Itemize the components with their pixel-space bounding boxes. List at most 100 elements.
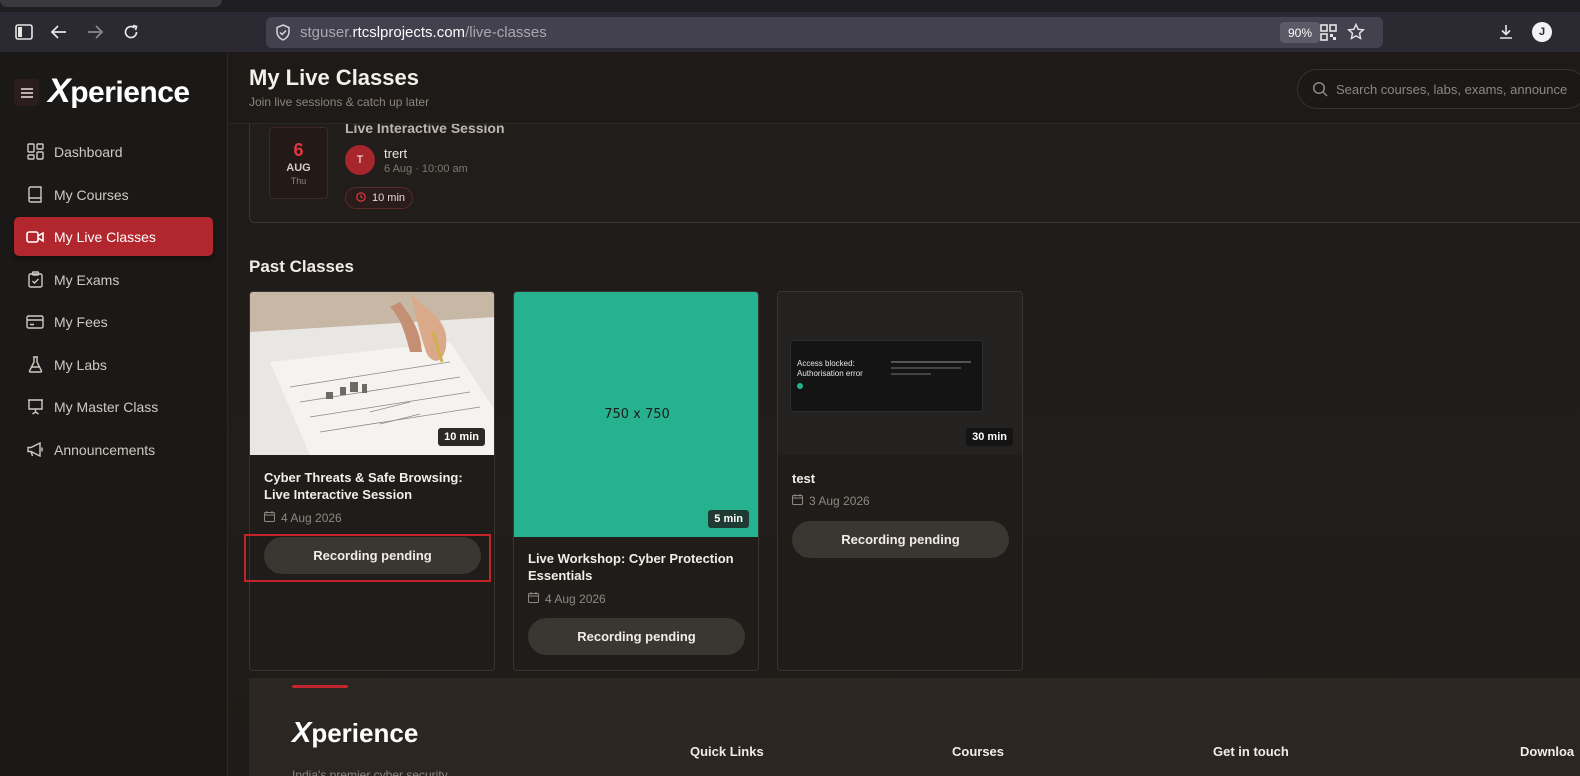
sidebar-item-label: My Courses (54, 186, 129, 203)
sidebar-item-my-labs[interactable]: My Labs (14, 345, 213, 384)
class-thumbnail: 10 min (250, 292, 494, 455)
sidebar-item-my-live-classes[interactable]: My Live Classes (14, 217, 213, 256)
footer-courses-heading: Courses (952, 744, 1005, 759)
app-logo[interactable]: Xperience (48, 72, 190, 111)
search-placeholder: Search courses, labs, exams, announce (1336, 82, 1568, 97)
sidebar: Xperience Dashboard My Courses My Live C… (0, 52, 228, 776)
sidebar-item-label: Dashboard (54, 143, 123, 160)
page-header: My Live Classes Join live sessions & cat… (228, 52, 1580, 124)
qr-code-icon[interactable] (1320, 24, 1337, 46)
duration-text: 10 min (372, 192, 406, 204)
sidebar-item-my-courses[interactable]: My Courses (14, 175, 213, 214)
sidebar-item-label: My Live Classes (54, 228, 156, 245)
sidebar-item-my-fees[interactable]: My Fees (14, 302, 213, 341)
class-thumbnail: Access blocked: Authorisation error 30 m… (778, 292, 1022, 455)
tab-strip (0, 0, 1580, 12)
date-day: 6 (293, 140, 304, 160)
flask-icon (26, 356, 44, 374)
calendar-icon (792, 494, 803, 508)
class-date-text: 3 Aug 2026 (809, 494, 870, 508)
past-class-card[interactable]: 750 x 750 5 min Live Workshop: Cyber Pro… (513, 291, 759, 671)
thumbnail-line-2: Authorisation error (797, 369, 863, 378)
footer-logo-x: X (292, 717, 312, 749)
recording-pending-button[interactable]: Recording pending (528, 618, 745, 655)
clipboard-icon (26, 271, 44, 289)
browser-tab[interactable] (0, 0, 222, 7)
class-time: 6 Aug · 10:00 am (384, 163, 468, 175)
duration-badge: 5 min (708, 510, 749, 528)
hamburger-icon (20, 87, 33, 98)
duration-badge: 30 min (966, 428, 1013, 446)
page-subtitle: Join live sessions & catch up later (249, 95, 430, 109)
url-domain: rtcslprojects.com (352, 24, 466, 41)
date-weekday: Thu (290, 176, 307, 186)
main-content: 6 AUG Thu Live Interactive Session T tre… (228, 52, 1580, 776)
class-date-text: 4 Aug 2026 (281, 511, 342, 525)
past-class-card[interactable]: 10 min Cyber Threats & Safe Browsing: Li… (249, 291, 495, 671)
sidebar-toggle-icon[interactable] (14, 22, 34, 42)
placeholder-dimensions: 750 x 750 (604, 407, 670, 422)
highlight-box (244, 534, 491, 582)
bookmark-star-icon[interactable] (1346, 22, 1366, 46)
thumbnail-text: Access blocked: Authorisation error (797, 359, 863, 379)
sidebar-item-label: My Labs (54, 356, 107, 373)
sidebar-item-label: My Fees (54, 313, 108, 330)
class-date: 3 Aug 2026 (792, 494, 870, 508)
host-name: trert (384, 146, 408, 161)
url-subdomain: stguser. (300, 24, 353, 41)
calendar-icon (528, 592, 539, 606)
sidebar-item-dashboard[interactable]: Dashboard (14, 132, 213, 171)
class-title: Live Workshop: Cyber Protection Essentia… (528, 551, 734, 583)
search-icon (1312, 81, 1328, 102)
class-date-text: 4 Aug 2026 (545, 592, 606, 606)
page-title: My Live Classes (249, 65, 419, 90)
class-date: 4 Aug 2026 (528, 592, 606, 606)
sidebar-item-label: My Master Class (54, 398, 159, 415)
back-icon[interactable] (49, 22, 69, 42)
address-bar[interactable]: stguser.rtcslprojects.com/live-classes 9… (266, 17, 1383, 48)
browser-toolbar: stguser.rtcslprojects.com/live-classes 9… (0, 12, 1580, 52)
url-path: /live-classes (465, 24, 547, 41)
past-class-card[interactable]: Access blocked: Authorisation error 30 m… (777, 291, 1023, 671)
hamburger-menu-button[interactable] (14, 79, 39, 106)
duration-badge: 10 min (438, 428, 485, 446)
megaphone-icon (26, 441, 44, 459)
class-title: Cyber Threats & Safe Browsing: Live Inte… (264, 470, 463, 502)
search-input[interactable]: Search courses, labs, exams, announce (1297, 69, 1580, 109)
footer-accent-bar (292, 685, 348, 688)
duration-pill: 10 min (345, 187, 413, 209)
date-badge: 6 AUG Thu (269, 127, 328, 199)
zoom-level[interactable]: 90% (1280, 22, 1320, 43)
footer-logo[interactable]: Xperience (292, 717, 418, 750)
site-shield-icon[interactable] (275, 24, 291, 46)
profile-avatar[interactable]: J (1532, 22, 1552, 42)
video-icon (26, 228, 44, 246)
calendar-icon (264, 511, 275, 525)
dashboard-icon (26, 143, 44, 161)
sidebar-item-label: Announcements (54, 441, 156, 458)
credit-card-icon (26, 313, 44, 331)
class-date: 4 Aug 2026 (264, 511, 342, 525)
footer-download-heading: Downloa (1520, 744, 1575, 759)
logo-x: X (48, 72, 71, 110)
footer-tagline: India's premier cyber security (292, 768, 448, 776)
forward-icon[interactable] (85, 22, 105, 42)
thumbnail-line-1: Access blocked: (797, 359, 855, 368)
clock-icon (356, 191, 366, 205)
sidebar-item-announcements[interactable]: Announcements (14, 430, 213, 469)
sidebar-item-my-exams[interactable]: My Exams (14, 260, 213, 299)
class-title: test (792, 471, 816, 486)
thumbnail-screenshot: Access blocked: Authorisation error (790, 340, 983, 412)
sidebar-item-label: My Exams (54, 271, 120, 288)
book-icon (26, 186, 44, 204)
sidebar-item-my-master-class[interactable]: My Master Class (14, 387, 213, 426)
site-footer: Xperience Quick Links Courses Get in tou… (249, 678, 1580, 776)
host-avatar: T (345, 145, 375, 175)
url-text: stguser.rtcslprojects.com/live-classes (300, 24, 547, 41)
date-month: AUG (286, 162, 311, 174)
recording-pending-button[interactable]: Recording pending (792, 521, 1009, 558)
download-icon[interactable] (1496, 22, 1516, 42)
past-classes-heading: Past Classes (249, 257, 354, 276)
reload-icon[interactable] (121, 22, 141, 42)
presentation-icon (26, 398, 44, 416)
